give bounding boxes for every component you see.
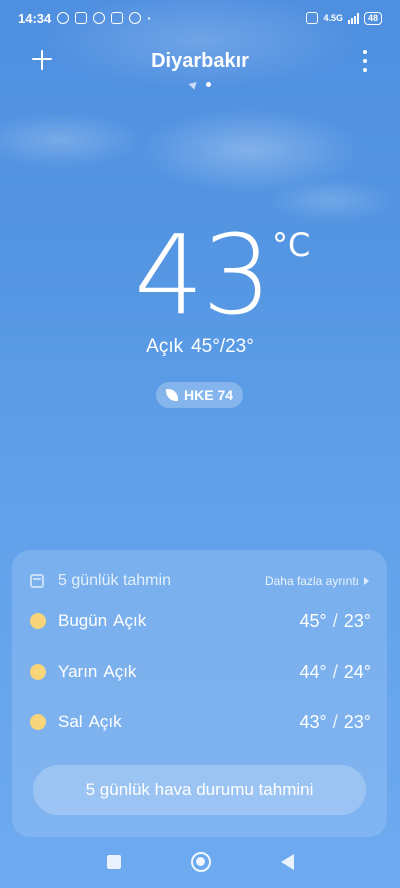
battery-level: 48: [367, 12, 378, 23]
condition-text: Açık: [146, 336, 184, 357]
home-icon[interactable]: [190, 852, 211, 872]
header: Diyarbakır: [0, 44, 400, 84]
dot-icon: ·: [147, 10, 152, 26]
day-low: 24°: [343, 661, 371, 682]
day-name: Bugün: [58, 611, 108, 630]
forecast-row-tomorrow[interactable]: Yarın Açık 44°/24°: [30, 657, 371, 687]
condition-summary: Açık 45°/23°: [0, 336, 400, 358]
aqi-badge[interactable]: HKE 74: [156, 382, 244, 408]
temp-separator: /: [332, 711, 338, 732]
forecast-header: 5 günlük tahmin Daha fazla ayrıntı: [30, 570, 369, 592]
five-day-forecast-button[interactable]: 5 günlük hava durumu tahmini: [33, 765, 366, 815]
sun-icon: [30, 714, 46, 730]
sun-icon: [30, 664, 46, 680]
more-options-button[interactable]: [358, 50, 372, 72]
day-condition: Açık: [113, 611, 147, 630]
back-icon[interactable]: [280, 854, 294, 870]
location-arrow-icon: [188, 79, 199, 90]
city-name[interactable]: Diyarbakır: [0, 50, 400, 73]
day-temps: 45°/23°: [300, 611, 371, 632]
chat-icon: [93, 12, 106, 24]
battery-icon: 48: [363, 11, 382, 25]
status-bar: 14:34 · 4.5G 48: [0, 0, 400, 36]
nfc-icon: [75, 12, 88, 24]
day-low: 23°: [343, 711, 371, 732]
current-temperature: 43 °C: [0, 220, 400, 330]
day-temps: 43°/23°: [300, 712, 371, 733]
forecast-card: 5 günlük tahmin Daha fazla ayrıntı Bugün…: [12, 550, 387, 837]
day-name: Yarın: [58, 662, 98, 681]
forecast-row-today[interactable]: Bugün Açık 45°/23°: [30, 606, 371, 636]
calendar-icon: [30, 574, 44, 588]
status-time: 14:34: [18, 10, 52, 26]
alarm-icon: [57, 12, 70, 24]
network-type: 4.5G: [323, 13, 343, 23]
day-condition: Açık: [88, 712, 122, 731]
day-high: 43°: [299, 711, 327, 732]
temperature-value: 43: [134, 211, 272, 339]
page-dot-active: [205, 82, 211, 87]
vowifi-icon: [306, 12, 319, 24]
navigation-icon: [111, 12, 124, 24]
temp-separator: /: [332, 610, 338, 631]
leaf-icon: [166, 389, 178, 401]
forecast-title: 5 günlük tahmin: [58, 572, 171, 589]
day-high: 44°: [299, 661, 327, 682]
circle-app-icon: [129, 12, 142, 24]
signal-icon: [347, 12, 359, 24]
high-low-text: 45°/23°: [191, 336, 254, 357]
more-details-label: Daha fazla ayrıntı: [264, 574, 359, 588]
temperature-unit: °C: [272, 226, 311, 264]
day-name: Sal: [58, 712, 83, 731]
recent-apps-icon[interactable]: [106, 855, 121, 869]
aqi-label: HKE 74: [184, 387, 234, 403]
sun-icon: [30, 613, 46, 629]
day-temps: 44°/24°: [300, 662, 371, 683]
chevron-right-icon: [364, 577, 369, 585]
day-high: 45°: [299, 610, 327, 631]
temp-separator: /: [332, 661, 338, 682]
forecast-row-tuesday[interactable]: Sal Açık 43°/23°: [30, 707, 371, 737]
navigation-bar: [0, 842, 400, 882]
more-details-link[interactable]: Daha fazla ayrıntı: [265, 574, 369, 588]
day-condition: Açık: [103, 662, 137, 681]
page-indicator: [0, 79, 400, 90]
day-low: 23°: [343, 610, 371, 631]
